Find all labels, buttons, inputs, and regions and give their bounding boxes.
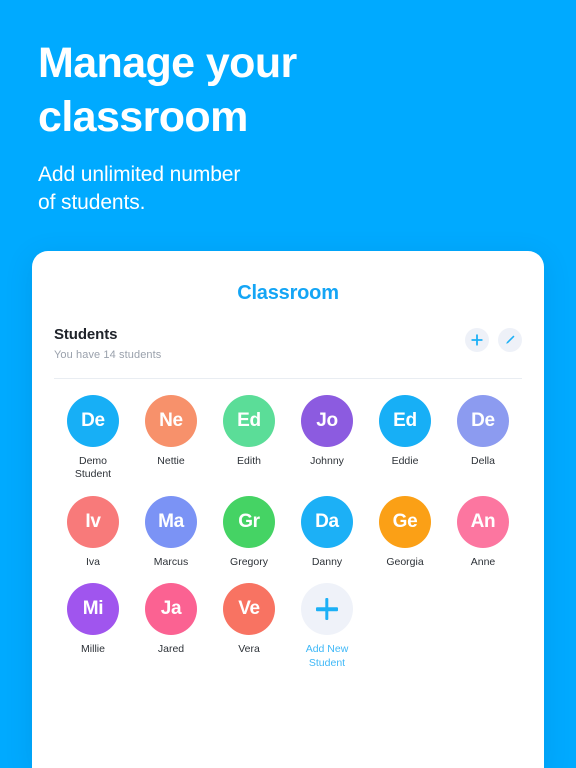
avatar: Da (301, 495, 353, 548)
students-count-text: You have 14 students (54, 349, 162, 361)
student-item[interactable]: De Demo Student (54, 395, 132, 482)
student-item[interactable]: Ed Edith (210, 395, 288, 482)
avatar-initials: Ja (160, 598, 182, 620)
avatar-initials: Ve (238, 598, 260, 620)
students-header-actions (465, 326, 522, 352)
avatar: Ed (379, 395, 431, 447)
avatar-initials: Da (315, 510, 339, 532)
avatar: Ge (379, 495, 431, 548)
avatar-initials: Ma (158, 510, 184, 532)
avatar-initials: Ed (237, 410, 261, 431)
student-item[interactable]: De Della (444, 395, 522, 482)
page-title: Manage your classroom (38, 39, 297, 142)
students-section-header: Students You have 14 students (54, 326, 522, 361)
avatar: Iv (67, 495, 119, 548)
students-heading: Students (54, 326, 118, 343)
student-name: Georgia (386, 555, 424, 568)
avatar: Ve (223, 583, 275, 636)
avatar: De (67, 395, 119, 447)
student-item[interactable]: Ed Eddie (366, 395, 444, 482)
student-name: Johnny (310, 455, 344, 467)
add-new-student-label: Add New Student (305, 643, 349, 669)
avatar: Ne (145, 395, 197, 447)
avatar-initials: Ed (393, 410, 417, 431)
avatar: Mi (67, 583, 119, 636)
plus-icon (471, 334, 483, 346)
student-item[interactable]: Da Danny (288, 495, 366, 569)
student-name: Marcus (153, 555, 189, 568)
page-subtitle: Add unlimited number of students. (38, 163, 241, 215)
avatar-initials: Ge (392, 510, 418, 532)
student-item[interactable]: An Anne (444, 495, 522, 569)
student-item[interactable]: Ve Vera (210, 583, 288, 670)
student-name: Danny (311, 555, 343, 568)
pencil-icon (504, 334, 516, 346)
student-item[interactable]: Ge Georgia (366, 495, 444, 569)
card-title: Classroom (237, 282, 339, 304)
add-new-student-item[interactable]: Add New Student (288, 583, 366, 670)
student-name: Demo Student (74, 455, 112, 481)
student-name: Gregory (230, 555, 268, 568)
avatar: Ja (145, 583, 197, 636)
student-name: Anne (470, 555, 496, 568)
add-student-button[interactable] (465, 328, 489, 352)
avatar-initials: De (471, 410, 495, 431)
student-name: Jared (157, 643, 185, 656)
avatar-initials: Ne (159, 410, 183, 431)
student-item[interactable]: Iv Iva (54, 495, 132, 569)
avatar-initials: An (470, 510, 496, 532)
student-name: Iva (85, 555, 100, 568)
student-item[interactable]: Ne Nettie (132, 395, 210, 482)
avatar: Gr (223, 495, 275, 548)
plus-icon (316, 598, 338, 620)
avatar: An (457, 495, 509, 548)
student-item[interactable]: Ma Marcus (132, 495, 210, 569)
avatar: Ma (145, 495, 197, 548)
student-item[interactable]: Mi Millie (54, 583, 132, 670)
students-section-labels: Students You have 14 students (54, 326, 161, 361)
student-name: Nettie (157, 455, 185, 467)
student-item[interactable]: Gr Gregory (210, 495, 288, 569)
add-new-student-avatar (301, 583, 353, 636)
student-name: Vera (238, 643, 260, 656)
edit-students-button[interactable] (498, 328, 522, 352)
classroom-card: Classroom Students You have 14 students (32, 251, 544, 768)
avatar: Jo (301, 395, 353, 447)
student-name: Eddie (391, 455, 419, 467)
hero-section: Manage your classroom Add unlimited numb… (0, 0, 576, 217)
avatar-initials: Gr (238, 510, 260, 532)
student-name: Della (471, 455, 495, 467)
avatar-initials: De (81, 410, 105, 431)
student-name: Millie (81, 643, 105, 656)
avatar-initials: Iv (85, 510, 101, 532)
avatar: Ed (223, 395, 275, 447)
student-item[interactable]: Ja Jared (132, 583, 210, 670)
avatar-initials: Mi (82, 598, 104, 620)
student-grid: De Demo Student Ne Nettie Ed Edith Jo Jo… (54, 395, 522, 670)
section-divider (54, 378, 522, 379)
student-item[interactable]: Jo Johnny (288, 395, 366, 482)
avatar-initials: Jo (316, 410, 338, 431)
avatar: De (457, 395, 509, 447)
student-name: Edith (237, 455, 261, 467)
